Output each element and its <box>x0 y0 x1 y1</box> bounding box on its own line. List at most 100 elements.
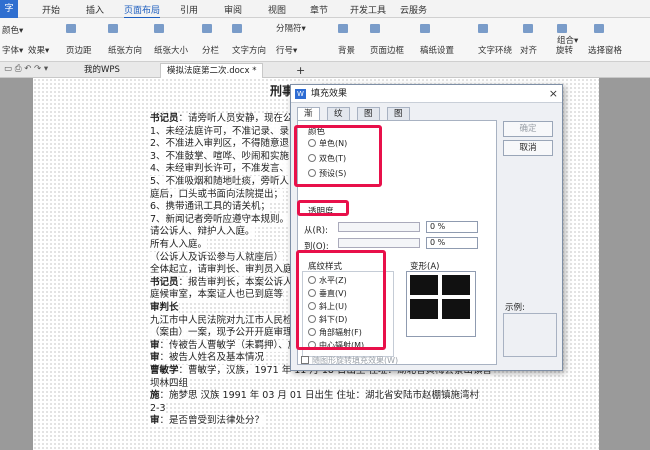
radio-dot <box>308 289 316 297</box>
document-line: 5、不准吸烟和随地吐痰，旁听人 <box>150 176 290 188</box>
radio-preset[interactable]: 预设(S) <box>308 168 346 179</box>
columns-button[interactable] <box>202 24 214 35</box>
group-button[interactable]: 组合▾ <box>557 34 578 46</box>
line-numbers-button[interactable]: 行号▾ <box>276 44 297 56</box>
orientation-button[interactable] <box>108 24 120 35</box>
paper-size-button[interactable] <box>154 24 166 35</box>
manuscript-button[interactable] <box>420 24 432 35</box>
menu-insert[interactable]: 插入 <box>86 3 104 16</box>
fonts-button[interactable]: 字体▾ <box>2 44 23 56</box>
document-line: 所有人入庭。 <box>150 239 208 251</box>
colors-button[interactable]: 颜色▾ <box>2 24 23 36</box>
cancel-button[interactable]: 取消 <box>503 140 553 156</box>
radio-one-color[interactable]: 单色(N) <box>308 138 347 149</box>
tab-pattern[interactable]: 图案 <box>357 107 380 132</box>
document-line: 书记员：请旁听人员安静，现在公 <box>150 113 293 125</box>
tab-picture[interactable]: 图片 <box>387 107 410 132</box>
menu-home[interactable]: 开始 <box>42 3 60 16</box>
breaks-button[interactable]: 分隔符▾ <box>276 22 306 34</box>
speaker-label: 曹敏学 <box>150 365 179 376</box>
from-slider[interactable] <box>338 222 420 232</box>
line-text: （公诉人及诉讼参与人就座后） <box>150 251 284 263</box>
background-label: 背景 <box>338 46 356 56</box>
dialog-title: 填充效果 <box>311 89 348 99</box>
rotate-with-shape-checkbox[interactable]: 随图形旋转填充效果(W) <box>301 355 398 366</box>
tab-document[interactable]: 模拟法庭第二次.docx * <box>160 63 264 78</box>
app-menu-button[interactable]: 字 <box>0 0 18 18</box>
radio-from-center[interactable]: 中心辐射(M) <box>308 340 364 351</box>
dialog-title-bar: W 填充效果 × <box>291 85 562 103</box>
radio-vertical[interactable]: 垂直(V) <box>308 288 347 299</box>
effects-button[interactable]: 效果▾ <box>28 44 49 56</box>
document-line: 请公诉人、辩护人入庭。 <box>150 226 255 239</box>
tab-gradient[interactable]: 渐变 <box>297 107 320 132</box>
document-line: （公诉人及诉讼参与人就座后） <box>150 251 284 264</box>
line-text: 1、未经法庭许可，不准记录、录 <box>150 125 290 137</box>
document-line: 4、未经审判长许可，不准发言、 <box>150 163 290 176</box>
orientation-label: 纸张方向 <box>108 46 143 56</box>
background-button[interactable] <box>338 24 350 35</box>
menu-bar: 字 开始 插入 页面布局 引用 审阅 视图 章节 开发工具 云服务 <box>0 0 650 19</box>
radio-label: 垂直(V) <box>319 289 347 298</box>
margins-icon <box>66 24 76 33</box>
document-line: 2-3 <box>150 402 166 415</box>
speaker-label: 书记员 <box>150 276 179 288</box>
line-text: 3、不准鼓掌、喧哗、吵闹和实施 <box>150 150 290 162</box>
text-wrap-button[interactable] <box>478 24 490 35</box>
document-line: 3、不准鼓掌、喧哗、吵闹和实施 <box>150 150 290 163</box>
menu-references[interactable]: 引用 <box>180 3 198 16</box>
variant-swatch[interactable] <box>410 299 438 319</box>
variant-swatch[interactable] <box>442 299 470 319</box>
line-text: 6、携带通讯工具的请关机； <box>150 201 271 213</box>
tab-my-wps[interactable]: 我的WPS <box>78 63 126 78</box>
page-border-button[interactable] <box>370 24 382 35</box>
ok-button[interactable]: 确定 <box>503 121 553 137</box>
align-label: 对齐 <box>520 46 538 56</box>
variant-swatch[interactable] <box>410 275 438 295</box>
manuscript-icon <box>420 24 430 33</box>
radio-label: 单色(N) <box>319 139 348 148</box>
line-text: ：传被告人曹敏学（未羁押）、施 <box>159 339 298 351</box>
line-text: ：被告人姓名及基本情况 <box>159 352 265 364</box>
variant-swatch[interactable] <box>442 275 470 295</box>
document-line: 九江市中人民法院对九江市人民检 <box>150 314 293 327</box>
to-percent-input[interactable]: 0 % <box>426 237 478 249</box>
radio-diagonal-up[interactable]: 斜上(U) <box>308 301 347 312</box>
to-slider[interactable] <box>338 238 420 248</box>
fill-effects-dialog: W 填充效果 × 渐变 纹理 图案 图片 颜色 单色(N) 双色(T) 预设(S… <box>290 84 563 371</box>
menu-developer[interactable]: 开发工具 <box>350 3 386 16</box>
align-icon <box>523 24 533 33</box>
variants-box <box>406 271 476 337</box>
selection-pane-button[interactable] <box>594 24 606 35</box>
line-text: ：报告审判长，本案公诉人 <box>178 276 293 288</box>
document-tab-bar: ▭ ⎙ ↶ ↷ ▾ 我的WPS 模拟法庭第二次.docx * + <box>0 62 650 78</box>
menu-review[interactable]: 审阅 <box>224 3 242 16</box>
menu-chapter[interactable]: 章节 <box>310 3 328 16</box>
radio-diagonal-down[interactable]: 斜下(D) <box>308 314 347 325</box>
orientation-icon <box>108 24 118 33</box>
quick-access-icons[interactable]: ▭ ⎙ ↶ ↷ ▾ <box>4 64 48 74</box>
radio-horizontal[interactable]: 水平(Z) <box>308 275 347 286</box>
document-line: 审：被告人姓名及基本情况 <box>150 352 265 365</box>
menu-cloud[interactable]: 云服务 <box>400 3 427 16</box>
line-text: （案由）一案，现予公开开庭审理 <box>150 327 293 339</box>
paper-size-label: 纸张大小 <box>154 46 189 56</box>
document-line: 审：是否曾受到法律处分？ <box>150 415 265 428</box>
margins-button[interactable] <box>66 24 78 35</box>
radio-two-colors[interactable]: 双色(T) <box>308 153 346 164</box>
radio-label: 中心辐射(M) <box>319 341 365 350</box>
line-text: 2-3 <box>150 402 166 414</box>
radio-dot <box>308 169 316 177</box>
radio-label: 斜下(D) <box>319 315 348 324</box>
line-text: ：请旁听人员安静，现在公 <box>178 113 293 124</box>
align-button[interactable] <box>523 24 535 35</box>
menu-page-layout[interactable]: 页面布局 <box>124 3 161 19</box>
menu-view[interactable]: 视图 <box>268 3 286 16</box>
tab-texture[interactable]: 纹理 <box>327 107 350 132</box>
close-icon[interactable]: × <box>549 85 558 103</box>
radio-from-corner[interactable]: 角部辐射(F) <box>308 327 362 338</box>
from-percent-input[interactable]: 0 % <box>426 221 478 233</box>
text-direction-button[interactable] <box>232 24 244 35</box>
document-line: 庭候审室，本案证人也已到庭等 <box>150 289 284 302</box>
new-tab-button[interactable]: + <box>296 64 305 77</box>
